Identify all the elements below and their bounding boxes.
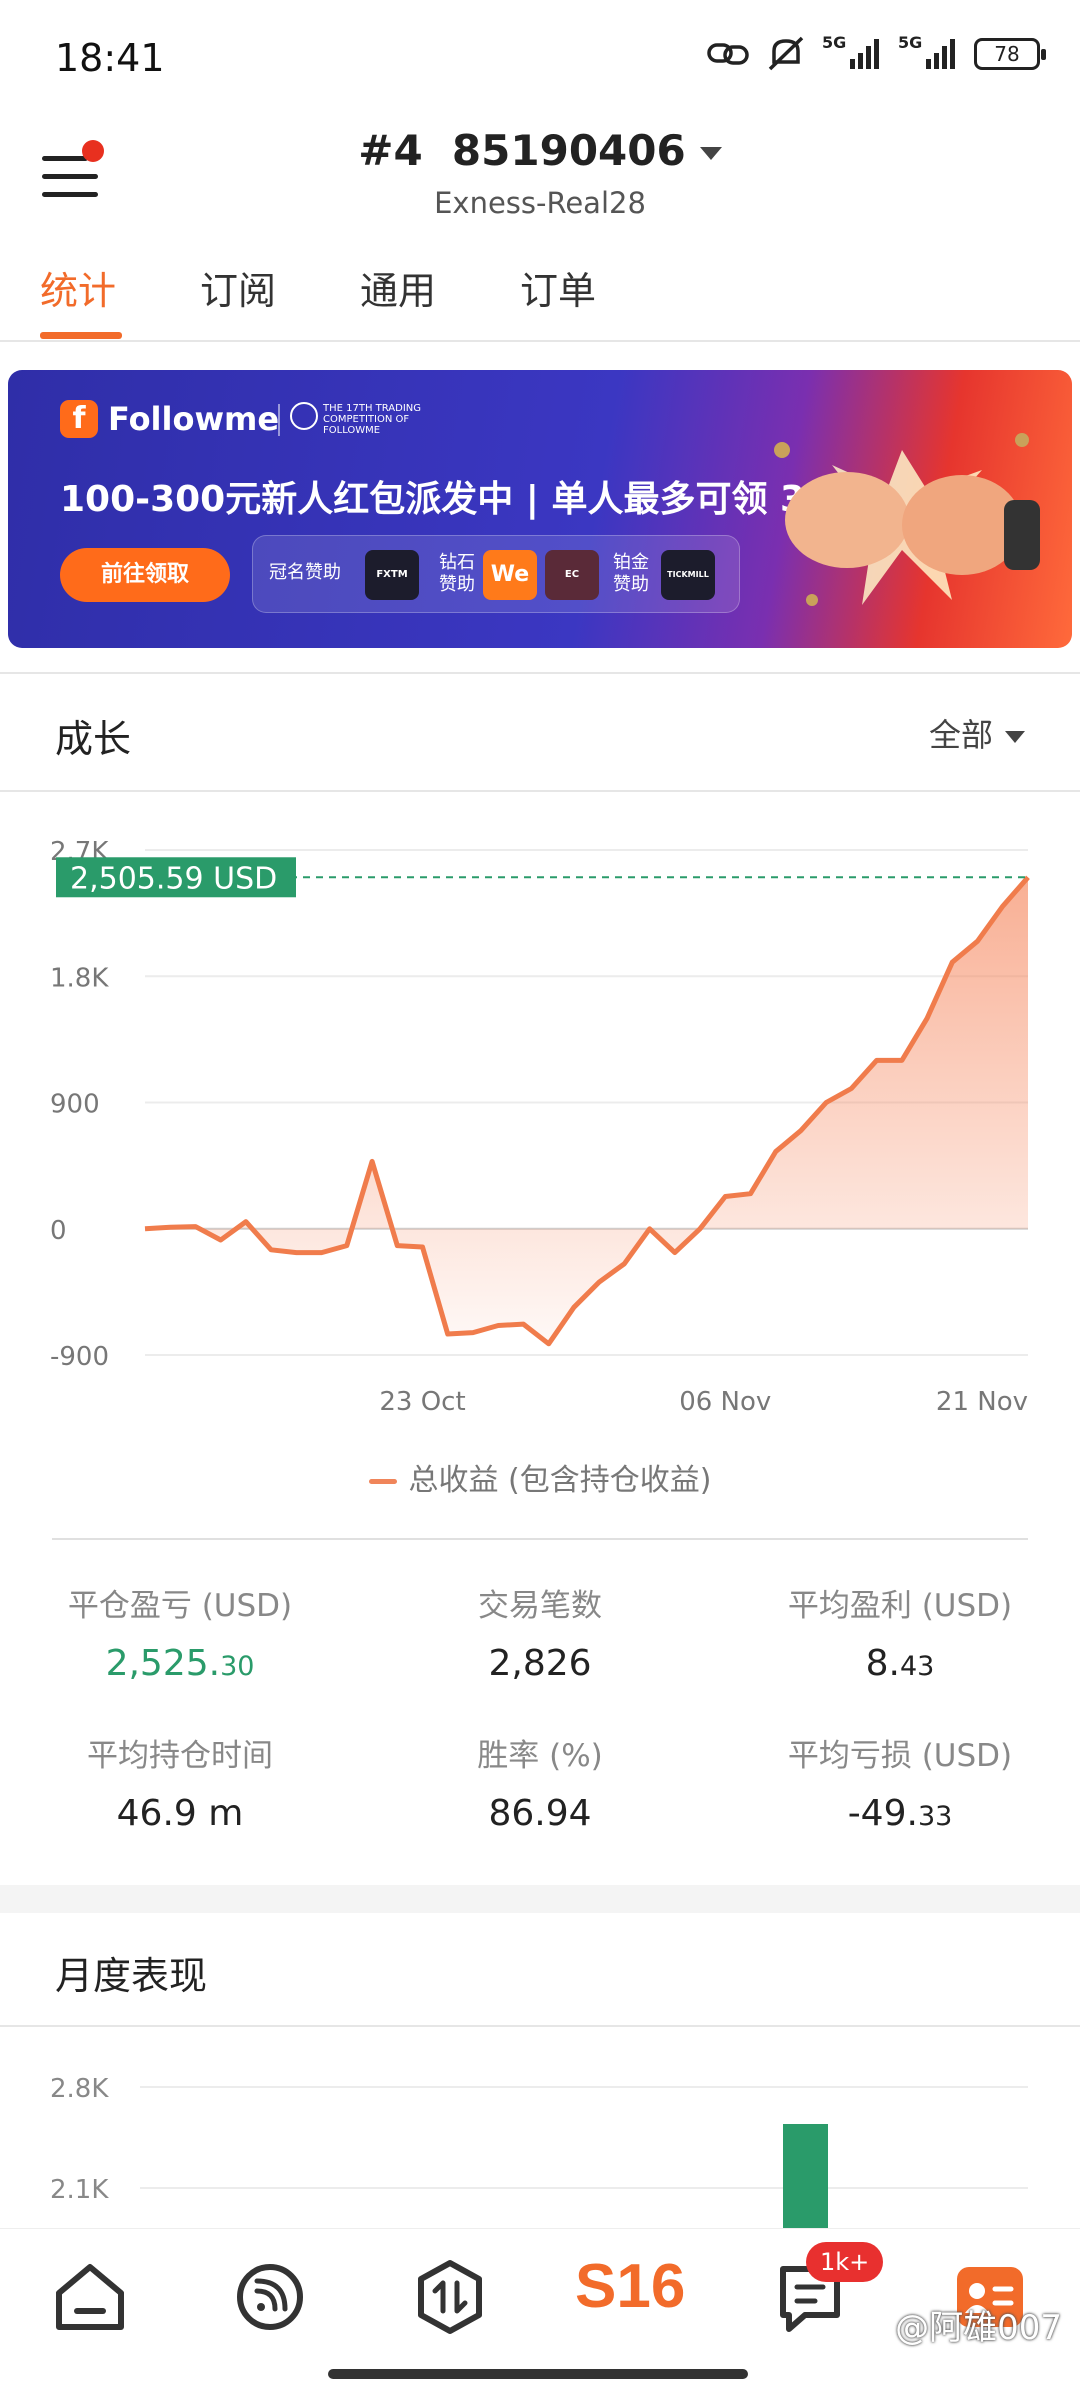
section-divider [0,790,1080,792]
status-icons: 5G 5G 78 [706,33,1046,72]
growth-chart[interactable]: 2.7K1.8K9000-90023 Oct 06 Nov 21 Nov 2,505… [0,820,1080,1420]
banner-brand: Followme [108,400,280,438]
home-icon[interactable] [45,2257,135,2337]
home-indicator[interactable] [328,2369,748,2379]
stat-trade-count: 交易笔数 2,826 [360,1580,720,1684]
stat-value: 2,525.30 [105,1643,255,1684]
stat-avg-loss: 平均亏损 (USD) -49.33 [720,1730,1080,1834]
competition-badge-icon [290,402,318,430]
watermark: @阿雄007 [895,2308,1062,2348]
y-tick-label: 900 [50,1090,100,1120]
stat-label: 平均持仓时间 [87,1738,273,1774]
banner-cta-button[interactable]: 前往领取 [60,548,230,602]
x-tick-label: 23 Oct [379,1387,465,1417]
section-divider [0,2025,1080,2027]
stat-avg-profit: 平均盈利 (USD) 8.43 [720,1580,1080,1684]
mute-bell-icon [768,36,804,71]
banner-divider [278,404,280,436]
growth-area [145,877,1028,1344]
promo-banner[interactable]: f Followme THE 17TH TRADING COMPETITION … [8,370,1072,648]
section-divider [0,672,1080,674]
stat-value: 2,826 [488,1643,592,1684]
trade-icon[interactable] [405,2257,495,2337]
y-tick-label: 1.8K [50,963,109,993]
banner-headline: 100-300元新人红包派发中 | 单人最多可领 3 份 [60,479,854,520]
ec-logo: EC [545,550,599,600]
tab-subscribe[interactable]: 订阅 [200,260,276,315]
stat-value: 46.9 m [116,1793,244,1834]
section-gap [0,1885,1080,1913]
monthly-chart[interactable]: 2.8K 2.1K [0,2030,1080,2230]
signal-5g-icon: 5G [822,33,884,71]
legend-swatch [368,1479,397,1484]
chart-legend: 总收益 (包含持仓收益) [0,1455,1080,1499]
battery-icon: 78 [974,38,1046,70]
monthly-ytick: 2.8K [50,2074,109,2104]
message-count-badge: 1k+ [806,2242,884,2282]
monthly-ytick: 2.1K [50,2175,109,2205]
stat-value: -49.33 [847,1793,953,1834]
sponsor-platinum-label: 铂金赞助 [613,552,649,595]
status-bar: 18:41 5G 5G 78 [0,0,1080,110]
stat-label: 平均亏损 (USD) [787,1738,1013,1774]
range-filter-dropdown[interactable]: 全部 [929,710,1025,756]
signal-5g-icon-2: 5G [898,33,960,71]
we-logo: We [483,550,537,600]
stat-label: 交易笔数 [478,1588,602,1624]
fist-bump-illustration [774,433,1040,606]
tab-statistics[interactable]: 统计 [40,260,116,315]
stat-closed-pnl: 平仓盈亏 (USD) 2,525.30 [0,1580,360,1684]
feed-icon[interactable] [225,2257,315,2337]
monthly-title: 月度表现 [55,1954,208,1998]
tab-bar: 统计 订阅 通用 订单 [0,250,1080,342]
stats-divider [52,1538,1028,1540]
chevron-down-icon [1005,731,1025,743]
account-number: #4 85190406 [358,126,686,175]
legend-label: 总收益 (包含持仓收益) [408,1463,712,1498]
x-tick-label: 06 Nov [679,1387,771,1417]
tab-indicator [40,332,122,339]
server-name: Exness-Real28 [434,186,646,220]
monthly-bar[interactable] [783,2124,828,2230]
link-icon [707,43,749,65]
range-filter-label: 全部 [928,716,993,754]
growth-title: 成长 [55,717,132,761]
sponsor-title-label: 冠名赞助 [269,562,341,583]
stat-label: 平仓盈亏 (USD) [67,1588,293,1624]
followme-logo-icon: f [60,400,98,438]
fxtm-logo: FXTM [365,550,419,600]
sponsor-diamond-label: 钻石赞助 [439,552,475,595]
stat-win-rate: 胜率 (%) 86.94 [360,1730,720,1834]
y-tick-label: -900 [50,1342,109,1372]
tab-orders[interactable]: 订单 [520,260,596,315]
y-tick-label: 0 [50,1216,67,1246]
x-tick-label: 21 Nov [936,1387,1028,1417]
app-header: #4 85190406 Exness-Real28 [0,110,1080,230]
stat-value: 86.94 [488,1793,592,1834]
chevron-down-icon [699,147,722,160]
banner-competition: THE 17TH TRADING COMPETITION OF FOLLOWME [323,403,422,436]
tickmill-logo: TICKMILL [661,550,715,600]
stat-label: 胜率 (%) [477,1738,603,1774]
stat-value: 8.43 [865,1643,935,1684]
current-value-label: 2,505.59 USD [70,861,277,896]
account-selector[interactable]: #4 85190406 [0,126,1080,175]
status-time: 18:41 [55,36,165,80]
stat-label: 平均盈利 (USD) [787,1588,1013,1624]
sponsor-strip: 冠名赞助 FXTM 钻石赞助 We EC 铂金赞助 TICKMILL [252,535,740,613]
tab-general[interactable]: 通用 [360,260,436,315]
stat-avg-hold-time: 平均持仓时间 46.9 m [0,1730,360,1834]
s16-competition-tab[interactable]: S16 [575,2251,685,2331]
